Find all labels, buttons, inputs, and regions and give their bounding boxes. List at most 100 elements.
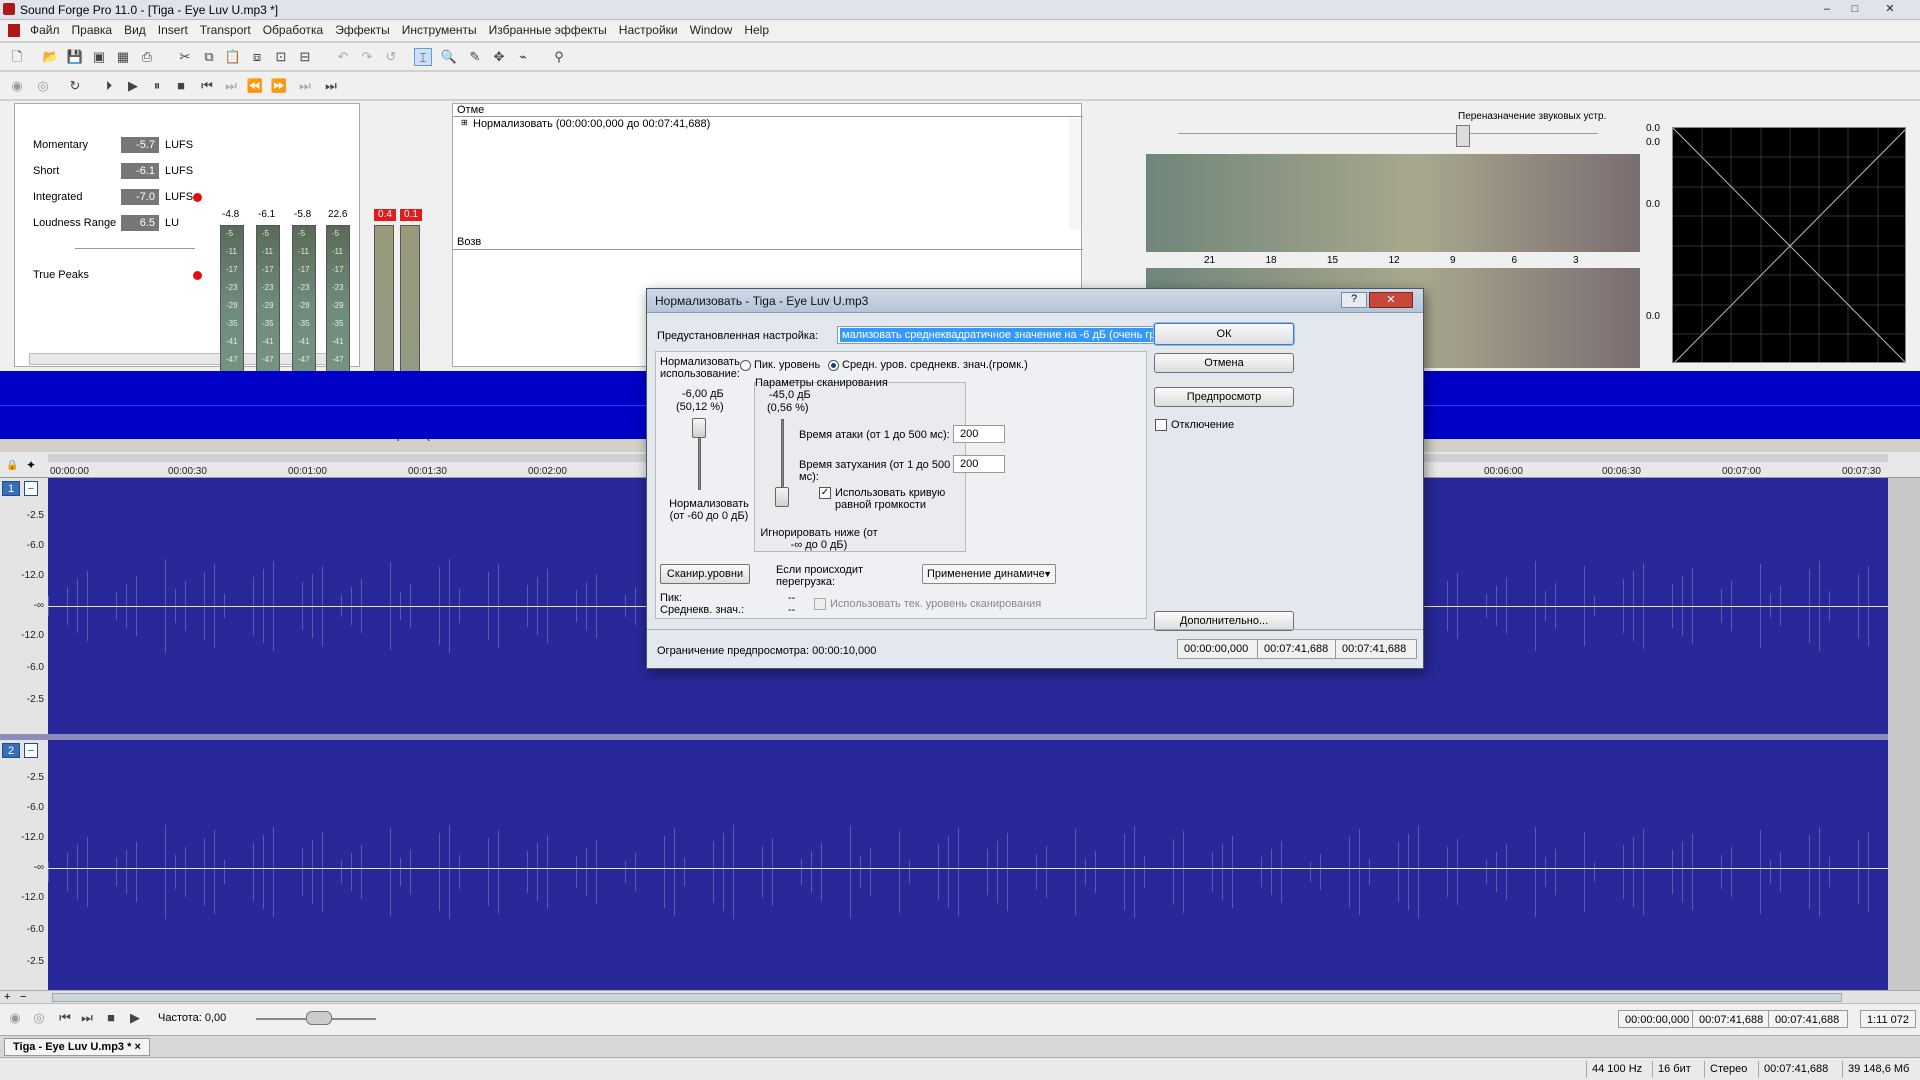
integrated-clip-indicator[interactable] <box>193 193 202 202</box>
menu-item[interactable]: Настройки <box>613 20 684 40</box>
snap-icon[interactable]: ⚲ <box>550 48 568 66</box>
render-icon[interactable]: ▦ <box>114 48 132 66</box>
go-start-icon[interactable]: ⏮ <box>198 77 216 95</box>
menu-item[interactable]: Help <box>738 20 775 40</box>
menu-item[interactable]: Window <box>684 20 739 40</box>
go-end-icon[interactable]: ⏭ <box>322 77 340 95</box>
dw-end-icon[interactable]: ⏭ <box>78 1009 96 1027</box>
envelope-tool-icon[interactable]: ⌁ <box>514 48 532 66</box>
menu-item[interactable]: Избранные эффекты <box>483 20 613 40</box>
dialog-selection-end[interactable]: 00:07:41,688 <box>1257 639 1337 659</box>
attack-spinbox[interactable]: 200 <box>953 425 1005 443</box>
release-spinbox[interactable]: 200 <box>953 455 1005 473</box>
equal-loudness-checkbox[interactable]: ✓ <box>819 487 831 499</box>
rms-level-radio[interactable] <box>828 360 839 371</box>
fast-forward-icon[interactable]: ⏩ <box>270 77 288 95</box>
redo-icon[interactable]: ↷ <box>358 48 376 66</box>
rate-slider-thumb[interactable] <box>306 1011 332 1025</box>
peak-level-radio[interactable] <box>740 360 751 371</box>
zoom-ratio[interactable]: 1:11 072 <box>1860 1010 1916 1028</box>
undo-icon[interactable]: ↶ <box>334 48 352 66</box>
zoom-out-icon[interactable]: − <box>20 991 26 1003</box>
expand-icon[interactable]: ⊞ <box>461 118 468 127</box>
menu-item[interactable]: Обработка <box>257 20 330 40</box>
scroll-thumb[interactable] <box>52 993 1842 1002</box>
device-slider-thumb[interactable] <box>1456 125 1470 147</box>
channel-2-collapse-icon[interactable]: − <box>24 743 38 758</box>
dialog-selection-length[interactable]: 00:07:41,688 <box>1335 639 1417 659</box>
dw-play-icon[interactable]: ▶ <box>126 1009 144 1027</box>
close-button[interactable]: ✕ <box>1870 1 1910 17</box>
lock-icon[interactable]: 🔒 <box>6 460 18 471</box>
prev-marker-icon[interactable]: ⏭ <box>222 77 240 95</box>
horizontal-scrollbar[interactable]: + − <box>0 990 1920 1004</box>
new-icon[interactable]: 🗋 <box>8 48 26 66</box>
zoom-in-icon[interactable]: + <box>4 991 10 1003</box>
print-icon[interactable]: ⎙ <box>138 48 156 66</box>
menu-item[interactable]: Правка <box>66 20 119 40</box>
dialog-close-icon[interactable]: ✕ <box>1369 292 1413 308</box>
menu-item[interactable]: Insert <box>152 20 194 40</box>
device-slider-track[interactable] <box>1178 133 1598 134</box>
event-tool-icon[interactable]: ✥ <box>490 48 508 66</box>
tab-close-icon[interactable]: × <box>134 1041 140 1053</box>
loop-icon[interactable]: ↻ <box>66 77 84 95</box>
preview-button[interactable]: Предпросмотр <box>1154 387 1294 407</box>
menu-item[interactable]: Файл <box>24 20 66 40</box>
pencil-tool-icon[interactable]: ✎ <box>466 48 484 66</box>
history-scrollbar[interactable] <box>1069 118 1081 230</box>
cut-icon[interactable]: ✂ <box>176 48 194 66</box>
trim-icon[interactable]: ⊟ <box>296 48 314 66</box>
minimize-button[interactable]: – <box>1814 1 1840 17</box>
dw-record-icon[interactable]: ◉ <box>6 1009 24 1027</box>
ok-button[interactable]: ОК <box>1154 323 1294 345</box>
dialog-selection-start[interactable]: 00:00:00,000 <box>1177 639 1259 659</box>
bypass-checkbox[interactable] <box>1155 419 1167 431</box>
paste-icon[interactable]: 📋 <box>224 48 242 66</box>
track-2-waveform[interactable] <box>48 740 1888 1004</box>
rewind-icon[interactable]: ⏪ <box>246 77 264 95</box>
channel-2-number[interactable]: 2 <box>2 743 20 758</box>
use-scan-checkbox[interactable] <box>814 598 826 610</box>
ignore-slider-thumb[interactable] <box>775 487 789 507</box>
help-icon[interactable]: ? <box>1341 292 1367 308</box>
menu-item[interactable]: Инструменты <box>396 20 483 40</box>
dw-stop-icon[interactable]: ■ <box>102 1009 120 1027</box>
document-tab[interactable]: Tiga - Eye Luv U.mp3 * × <box>4 1038 150 1056</box>
play-all-icon[interactable]: ⏵ <box>100 77 118 95</box>
copy-icon[interactable]: ⧉ <box>200 48 218 66</box>
menu-item[interactable]: Transport <box>194 20 257 40</box>
monitor-icon[interactable]: ◎ <box>34 77 52 95</box>
repeat-icon[interactable]: ↺ <box>382 48 400 66</box>
stop-icon[interactable]: ■ <box>172 77 190 95</box>
selection-length[interactable]: 00:07:41,688 <box>1768 1010 1848 1028</box>
selection-start[interactable]: 00:00:00,000 <box>1618 1010 1700 1028</box>
history-item[interactable]: Нормализовать (00:00:00,000 до 00:07:41,… <box>473 118 710 130</box>
record-icon[interactable]: ◉ <box>8 77 26 95</box>
true-peaks-clip-indicator[interactable] <box>193 271 202 280</box>
selection-end[interactable]: 00:07:41,688 <box>1692 1010 1772 1028</box>
channel-1-collapse-icon[interactable]: − <box>24 481 38 496</box>
cancel-button[interactable]: Отмена <box>1154 353 1294 373</box>
next-marker-icon[interactable]: ⏭ <box>296 77 314 95</box>
normalize-slider-thumb[interactable] <box>692 418 706 438</box>
edit-tool-icon[interactable]: ⌶ <box>414 48 432 66</box>
magnify-tool-icon[interactable]: 🔍 <box>440 48 458 66</box>
dw-loop-icon[interactable]: ◎ <box>30 1009 48 1027</box>
play-icon[interactable]: ▶ <box>124 77 142 95</box>
menu-item[interactable]: Вид <box>118 20 152 40</box>
channel-1-number[interactable]: 1 <box>2 481 20 496</box>
dw-start-icon[interactable]: ⏮ <box>56 1009 74 1027</box>
scan-levels-button[interactable]: Сканир.уровни <box>660 564 750 584</box>
crop-icon[interactable]: ⊡ <box>272 48 290 66</box>
open-icon[interactable]: 📂 <box>42 48 60 66</box>
pause-icon[interactable]: ⏸ <box>148 77 166 95</box>
mix-icon[interactable]: ⧈ <box>248 48 266 66</box>
save-as-icon[interactable]: ▣ <box>90 48 108 66</box>
save-icon[interactable]: 💾 <box>66 48 84 66</box>
maximize-button[interactable]: □ <box>1842 1 1868 17</box>
more-button[interactable]: Дополнительно... <box>1154 611 1294 631</box>
marker-icon[interactable]: ✦ <box>26 458 36 472</box>
clip-action-dropdown[interactable]: Применение динамиче ▼ <box>922 564 1056 584</box>
menu-item[interactable]: Эффекты <box>329 20 396 40</box>
